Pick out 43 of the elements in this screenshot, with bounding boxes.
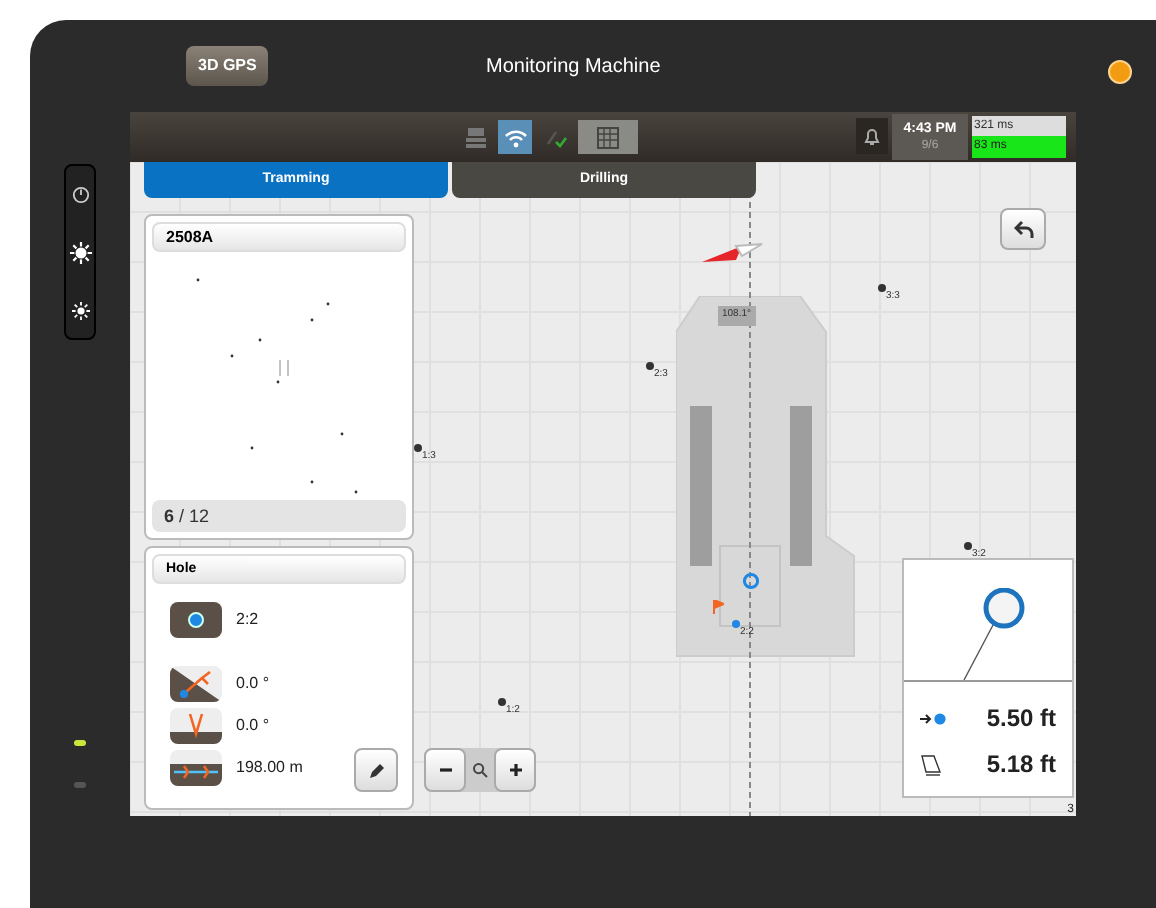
hole-value: 0.0 ° bbox=[236, 714, 270, 738]
depth-difference-icon bbox=[920, 753, 944, 775]
window-title: Monitoring Machine bbox=[486, 54, 661, 82]
wifi-icon bbox=[503, 125, 527, 149]
hole-marker[interactable] bbox=[878, 284, 886, 292]
mode-badge: 3D GPS bbox=[186, 46, 269, 86]
offset-icon bbox=[920, 711, 948, 725]
hole-marker[interactable] bbox=[732, 620, 740, 628]
machine-icon bbox=[463, 125, 487, 149]
grid-icon bbox=[596, 125, 620, 149]
hole-value: 2:2 bbox=[236, 608, 259, 632]
back-button[interactable] bbox=[1000, 208, 1046, 250]
hole-marker[interactable] bbox=[414, 444, 422, 452]
hole-marker[interactable] bbox=[964, 542, 972, 550]
status-toggle[interactable] bbox=[498, 120, 532, 154]
sun-icon bbox=[69, 241, 91, 263]
hole-value: 0.0 ° bbox=[236, 672, 270, 696]
hole-marker[interactable] bbox=[646, 362, 654, 370]
pattern-title: 2508A bbox=[152, 222, 406, 252]
hole-icon bbox=[170, 602, 222, 638]
bell-icon bbox=[864, 127, 880, 145]
drill-azimuth-icon bbox=[170, 708, 222, 744]
hole-count: 6 / 12 bbox=[152, 500, 406, 532]
undo-icon bbox=[1013, 220, 1033, 238]
offset-value: 5.50 ft bbox=[986, 702, 1056, 736]
sun-icon bbox=[71, 301, 89, 319]
drill-depth-icon bbox=[170, 750, 222, 786]
search-icon bbox=[472, 762, 488, 778]
bell-button[interactable] bbox=[856, 118, 888, 154]
drill-angle-icon bbox=[170, 666, 222, 702]
edit-button[interactable] bbox=[354, 748, 398, 792]
target-ring-icon bbox=[742, 572, 760, 590]
zoom-in-button[interactable] bbox=[494, 748, 536, 792]
pencil-icon bbox=[367, 761, 385, 779]
hole-value: 198.00 m bbox=[236, 756, 303, 780]
minus-icon bbox=[437, 762, 453, 778]
hole-marker[interactable] bbox=[498, 698, 506, 706]
zoom-out-button[interactable] bbox=[424, 748, 466, 792]
flag-icon bbox=[712, 600, 724, 614]
plus-icon bbox=[507, 762, 523, 778]
power-icon bbox=[71, 185, 89, 203]
status-toggle[interactable] bbox=[578, 120, 638, 154]
depth-difference-value: 5.18 ft bbox=[986, 748, 1056, 782]
